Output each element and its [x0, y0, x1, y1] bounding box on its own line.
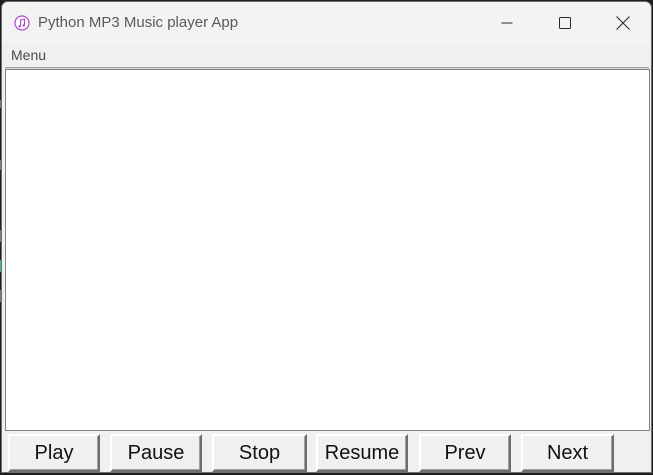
maximize-icon: [559, 17, 571, 29]
menu-bar: Menu: [2, 44, 651, 67]
music-note-icon: [14, 15, 30, 31]
close-icon: [616, 16, 630, 30]
play-button[interactable]: Play: [8, 434, 100, 472]
window-title: Python MP3 Music player App: [38, 14, 239, 31]
menu-item-menu[interactable]: Menu: [11, 47, 46, 63]
playlist-listbox[interactable]: [5, 69, 650, 431]
pause-button[interactable]: Pause: [110, 434, 202, 472]
minimize-icon: [501, 17, 513, 29]
resume-button[interactable]: Resume: [316, 434, 408, 472]
app-window: Python MP3 Music player App Menu Play Pa…: [1, 1, 652, 473]
close-button[interactable]: [594, 2, 651, 44]
title-bar[interactable]: Python MP3 Music player App: [2, 2, 651, 45]
maximize-button[interactable]: [536, 2, 594, 44]
minimize-button[interactable]: [478, 2, 536, 44]
prev-button[interactable]: Prev: [419, 434, 511, 472]
control-button-bar: Play Pause Stop Resume Prev Next: [2, 432, 651, 472]
next-button[interactable]: Next: [521, 434, 614, 472]
stop-button[interactable]: Stop: [212, 434, 307, 472]
